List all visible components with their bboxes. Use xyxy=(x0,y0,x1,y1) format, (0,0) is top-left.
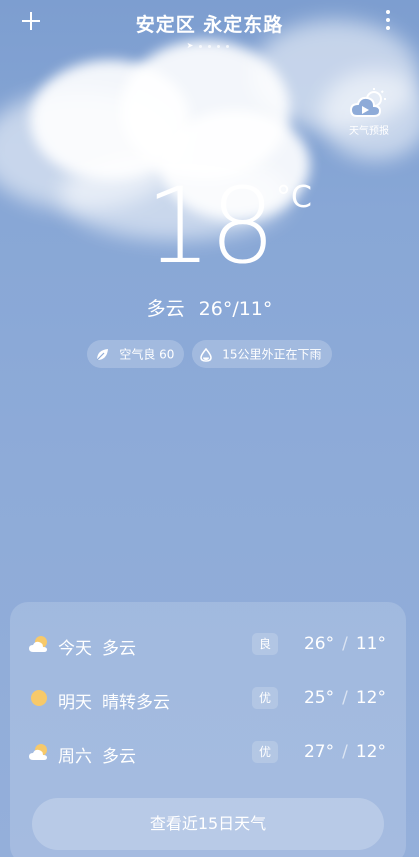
page-dot xyxy=(226,45,230,48)
day-name: 周六 xyxy=(58,747,92,767)
low-temp: 11° xyxy=(355,634,386,654)
high-temp: 27° xyxy=(303,742,335,762)
current-condition: 多云 xyxy=(146,298,185,320)
day-temperature: 26° / 11° xyxy=(304,634,386,654)
more-vertical-icon xyxy=(385,10,391,30)
day-temperature: 27° / 12° xyxy=(304,742,386,762)
page-dot xyxy=(208,45,212,48)
rain-nearby-chip[interactable]: 15公里外正在下雨 xyxy=(192,340,332,368)
more-options-button[interactable] xyxy=(385,10,391,34)
weather-screen: 安定区 永定东路 ➤ 天气预报 18 °C 多云 26°/11° 空气良 60 … xyxy=(0,0,419,857)
low-temp: 12° xyxy=(355,688,386,708)
page-indicator: ➤ xyxy=(0,42,419,51)
cloud-sun-play-icon xyxy=(349,88,386,117)
temperature-value: 18 xyxy=(145,165,275,287)
temp-separator: / xyxy=(342,634,348,654)
forecast-row-today[interactable]: 今天 多云 良 26° / 11° xyxy=(10,624,406,664)
add-city-button[interactable] xyxy=(16,6,46,36)
current-range: 26°/11° xyxy=(198,298,273,320)
air-quality-text: 空气良 60 xyxy=(119,347,175,362)
leaf-icon xyxy=(97,348,109,360)
high-temp: 25° xyxy=(303,688,335,708)
rain-nearby-text: 15公里外正在下雨 xyxy=(222,347,322,362)
forecast-day: 周六 多云 xyxy=(58,742,136,767)
day-condition: 多云 xyxy=(102,639,136,659)
location-label[interactable]: 安定区 永定东路 xyxy=(136,14,284,36)
high-temp: 26° xyxy=(303,634,335,654)
forecast-day: 今天 多云 xyxy=(58,634,136,659)
partly-cloudy-icon xyxy=(29,636,47,652)
top-bar: 安定区 永定东路 ➤ xyxy=(0,0,419,50)
temperature-unit: °C xyxy=(276,180,312,215)
navigation-arrow-icon: ➤ xyxy=(186,41,194,50)
weather-forecast-button[interactable]: 天气预报 xyxy=(339,88,399,144)
raindrop-icon xyxy=(200,347,213,362)
current-summary: 多云 26°/11° xyxy=(0,294,419,321)
air-quality-chip[interactable]: 空气良 60 xyxy=(87,340,185,368)
low-temp: 12° xyxy=(355,742,386,762)
weather-forecast-label: 天气预报 xyxy=(349,126,389,137)
temp-separator: / xyxy=(342,688,348,708)
forecast-row-tomorrow[interactable]: 明天 晴转多云 优 25° / 12° xyxy=(10,678,406,718)
aqi-badge: 良 xyxy=(252,633,278,655)
info-chips: 空气良 60 15公里外正在下雨 xyxy=(0,340,419,368)
daily-forecast-panel: 今天 多云 良 26°/11° 明天 晴转多云 优 25°/12° 周六 多云 优 2… xyxy=(10,602,406,857)
day-name: 明天 xyxy=(58,693,92,713)
page-dot xyxy=(217,45,221,48)
view-15-day-forecast-button[interactable]: 查看近15日天气 xyxy=(32,798,384,850)
day-condition: 多云 xyxy=(102,747,136,767)
location-title: 安定区 永定东路 xyxy=(0,10,419,37)
current-temperature: 18 °C xyxy=(0,166,419,286)
temp-separator: / xyxy=(342,742,348,762)
partly-cloudy-icon xyxy=(29,744,47,760)
day-temperature: 25° / 12° xyxy=(304,688,386,708)
page-dot xyxy=(199,45,203,48)
forecast-day: 明天 晴转多云 xyxy=(58,688,170,713)
forecast-row-saturday[interactable]: 周六 多云 优 27° / 12° xyxy=(10,732,406,772)
aqi-badge: 优 xyxy=(252,741,278,763)
aqi-badge: 优 xyxy=(252,687,278,709)
sun-icon xyxy=(31,690,47,706)
day-condition: 晴转多云 xyxy=(102,693,170,713)
day-name: 今天 xyxy=(58,639,92,659)
